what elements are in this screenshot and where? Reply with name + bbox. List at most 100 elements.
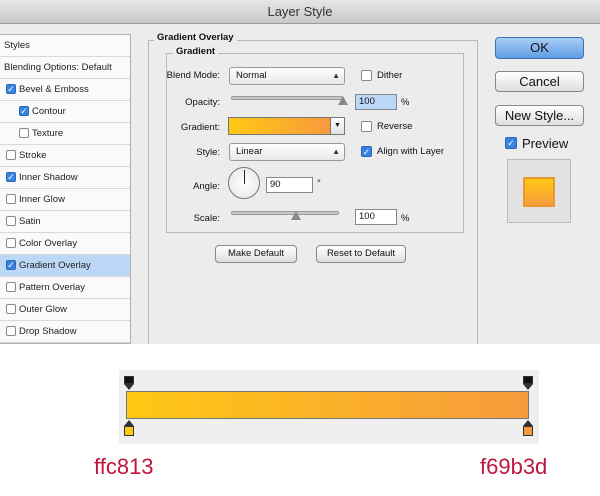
- make-default-button[interactable]: Make Default: [215, 245, 297, 263]
- preview-label: Preview: [522, 136, 569, 151]
- checkmark-icon: ✓: [507, 138, 515, 148]
- styles-item[interactable]: Stroke: [0, 145, 130, 167]
- blend-mode-label: Blend Mode:: [166, 70, 220, 81]
- opacity-stop-left-pointer-icon: [124, 384, 134, 390]
- opacity-stop-right-icon[interactable]: [523, 376, 533, 384]
- end-color-hex-label: f69b3d: [480, 454, 548, 479]
- angle-dial-needle: [244, 170, 245, 184]
- blend-mode-value: Normal: [236, 70, 267, 81]
- blend-mode-select[interactable]: Normal ▲: [229, 67, 345, 85]
- opacity-input[interactable]: 100: [355, 94, 397, 110]
- styles-item-checkbox[interactable]: [6, 150, 16, 160]
- reverse-checkbox[interactable]: [361, 121, 372, 132]
- dither-label: Dither: [377, 70, 403, 81]
- opacity-slider-thumb-icon[interactable]: [338, 96, 348, 105]
- styles-item[interactable]: Inner Glow: [0, 189, 130, 211]
- gradient-bar[interactable]: [126, 391, 529, 419]
- preview-checkbox[interactable]: ✓: [505, 137, 517, 149]
- styles-item-label: Stroke: [19, 150, 47, 161]
- opacity-stop-right-pointer-icon: [523, 384, 533, 390]
- dropdown-arrow-icon: ▲: [332, 71, 340, 80]
- styles-item-label: Inner Glow: [19, 194, 65, 205]
- reverse-label: Reverse: [377, 121, 413, 132]
- scale-label: Scale:: [193, 213, 220, 224]
- styles-item-label: Contour: [32, 106, 66, 117]
- styles-item-checkbox[interactable]: [6, 216, 16, 226]
- styles-item-checkbox[interactable]: ✓: [6, 172, 16, 182]
- checkmark-icon: ✓: [7, 84, 15, 94]
- gradient-label: Gradient:: [180, 122, 220, 133]
- checkmark-icon: ✓: [20, 106, 28, 116]
- opacity-slider-track[interactable]: [231, 96, 343, 100]
- angle-dial-icon[interactable]: [228, 167, 260, 199]
- scale-slider-track[interactable]: [231, 211, 339, 215]
- style-preview-box: [507, 159, 571, 223]
- styles-item-checkbox[interactable]: [6, 326, 16, 336]
- layer-style-dialog: Layer Style Styles Blending Options: Defa…: [0, 0, 600, 344]
- style-preview-swatch: [523, 177, 555, 207]
- styles-item-checkbox[interactable]: [19, 128, 29, 138]
- angle-input[interactable]: 90: [266, 177, 313, 193]
- styles-item[interactable]: ✓ Gradient Overlay: [0, 255, 130, 277]
- checkmark-icon: ✓: [362, 147, 371, 157]
- cancel-button[interactable]: Cancel: [495, 71, 584, 92]
- styles-item-label: Pattern Overlay: [19, 282, 85, 293]
- opacity-stop-left-icon[interactable]: [124, 376, 134, 384]
- styles-item-checkbox[interactable]: [6, 194, 16, 204]
- styles-item-label: Blending Options: Default: [4, 62, 112, 73]
- styles-item[interactable]: Satin: [0, 211, 130, 233]
- dropdown-arrow-icon: ▲: [332, 147, 340, 156]
- gradient-dropdown-arrow-icon[interactable]: ▼: [331, 117, 345, 135]
- align-with-layer-label: Align with Layer: [377, 146, 445, 157]
- style-label: Style:: [196, 147, 220, 158]
- gradient-subgroup-title: Gradient: [173, 46, 219, 57]
- styles-item-label: Satin: [19, 216, 41, 227]
- gradient-overlay-group-title: Gradient Overlay: [154, 32, 237, 43]
- styles-item-label: Gradient Overlay: [19, 260, 91, 271]
- styles-item[interactable]: Texture: [0, 123, 130, 145]
- scale-unit: %: [401, 213, 410, 224]
- gradient-picker-swatch[interactable]: [228, 117, 331, 135]
- scale-slider-thumb-icon[interactable]: [290, 211, 301, 220]
- styles-item-checkbox[interactable]: ✓: [19, 106, 29, 116]
- start-color-hex-label: ffc813: [94, 454, 154, 479]
- window-title: Layer Style: [0, 0, 600, 24]
- angle-unit: °: [317, 178, 321, 189]
- checkmark-icon: ✓: [7, 172, 15, 182]
- styles-item-label: Inner Shadow: [19, 172, 78, 183]
- styles-item[interactable]: ✓ Inner Shadow: [0, 167, 130, 189]
- opacity-unit: %: [401, 97, 410, 108]
- styles-item-checkbox[interactable]: [6, 282, 16, 292]
- styles-item[interactable]: Color Overlay: [0, 233, 130, 255]
- styles-item[interactable]: Outer Glow: [0, 299, 130, 321]
- checkmark-icon: ✓: [7, 260, 15, 270]
- styles-item-checkbox[interactable]: [6, 238, 16, 248]
- opacity-label: Opacity:: [185, 97, 220, 108]
- gradient-editor-strip: [119, 370, 539, 444]
- color-stop-left-icon[interactable]: [124, 426, 134, 436]
- new-style-button[interactable]: New Style...: [495, 105, 584, 126]
- align-with-layer-checkbox[interactable]: ✓: [361, 146, 372, 157]
- scale-input[interactable]: 100: [355, 209, 397, 225]
- style-select[interactable]: Linear ▲: [229, 143, 345, 161]
- styles-item[interactable]: Styles: [0, 35, 130, 57]
- styles-item-label: Styles: [4, 40, 30, 51]
- styles-item[interactable]: Pattern Overlay: [0, 277, 130, 299]
- color-stop-right-icon[interactable]: [523, 426, 533, 436]
- reset-to-default-button[interactable]: Reset to Default: [316, 245, 406, 263]
- ok-button[interactable]: OK: [495, 37, 584, 59]
- dither-checkbox[interactable]: [361, 70, 372, 81]
- style-value: Linear: [236, 146, 263, 157]
- styles-item-checkbox[interactable]: ✓: [6, 84, 16, 94]
- styles-item-checkbox[interactable]: [6, 304, 16, 314]
- styles-item[interactable]: Drop Shadow: [0, 321, 130, 343]
- styles-item-label: Outer Glow: [19, 304, 68, 315]
- styles-item-label: Drop Shadow: [19, 326, 77, 337]
- styles-item-label: Color Overlay: [19, 238, 78, 249]
- styles-item[interactable]: Blending Options: Default: [0, 57, 130, 79]
- styles-item[interactable]: ✓ Bevel & Emboss: [0, 79, 130, 101]
- angle-label: Angle:: [193, 181, 220, 192]
- styles-item-checkbox[interactable]: ✓: [6, 260, 16, 270]
- styles-item[interactable]: ✓ Contour: [0, 101, 130, 123]
- styles-item-label: Bevel & Emboss: [19, 84, 89, 95]
